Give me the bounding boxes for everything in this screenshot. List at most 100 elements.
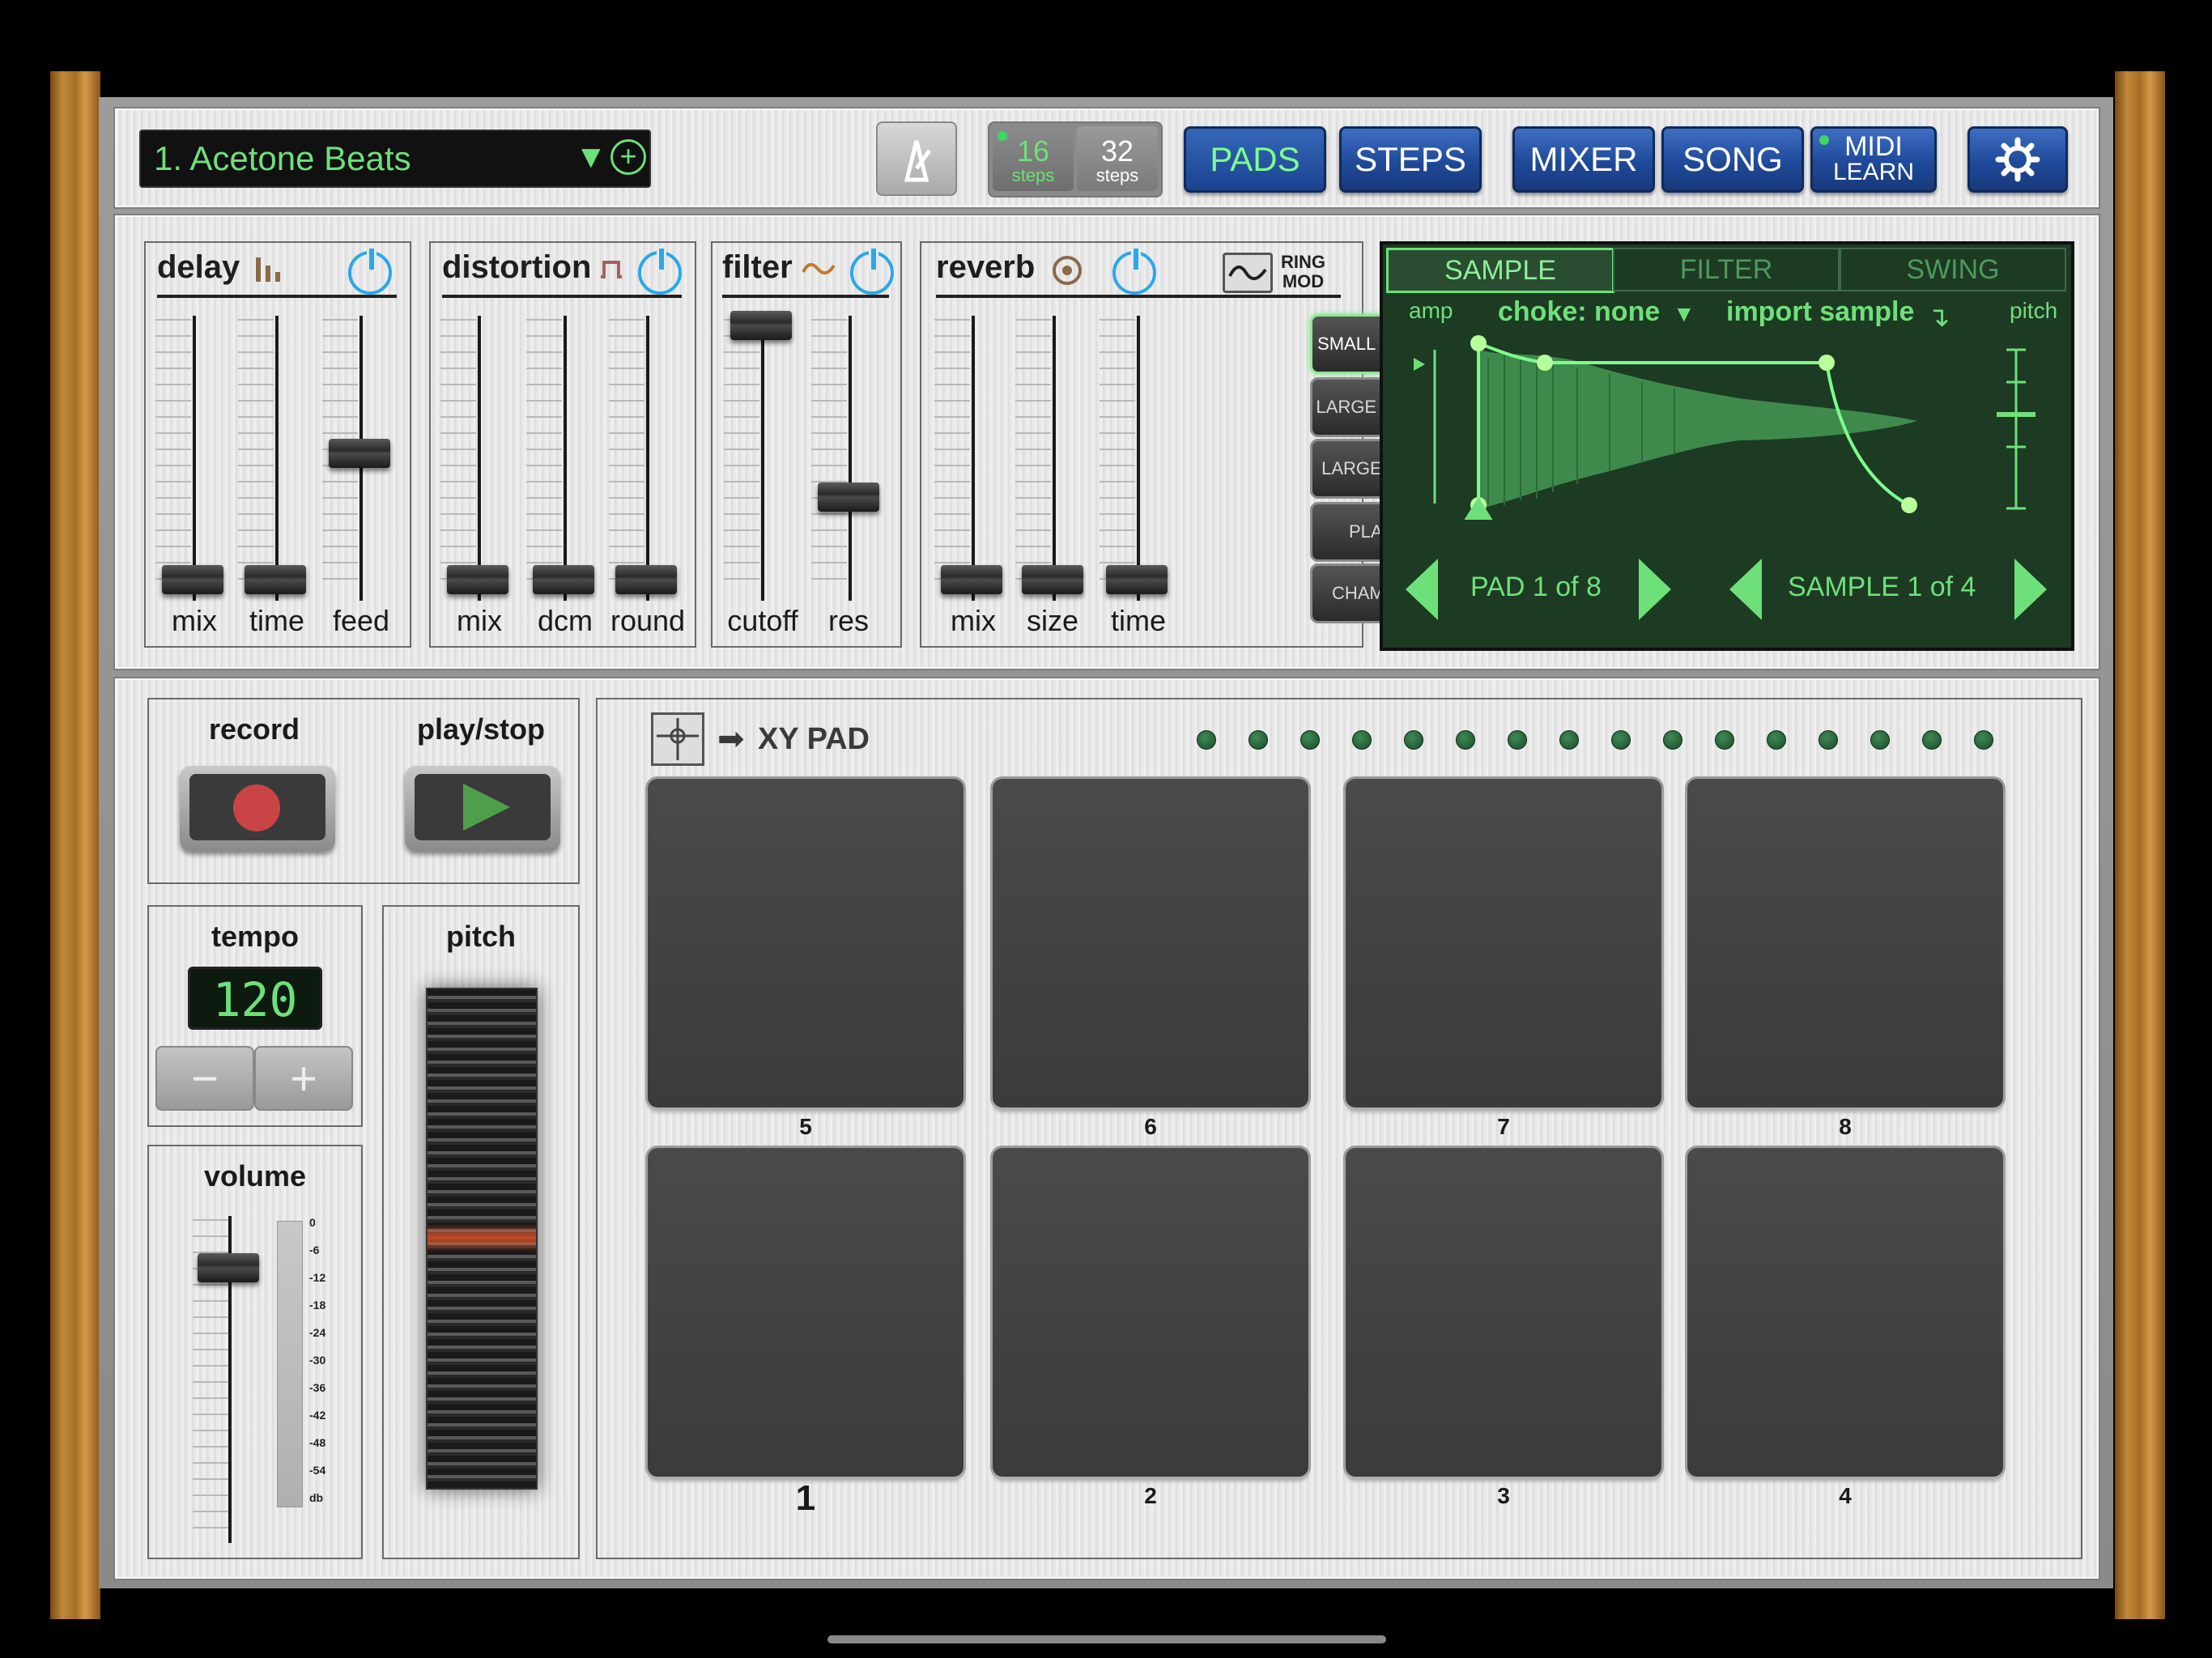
delay-mix-label: mix xyxy=(172,604,217,637)
distortion-mix-slot xyxy=(478,316,481,601)
next-sample-icon[interactable] xyxy=(2014,559,2047,620)
pad-7[interactable] xyxy=(1346,779,1661,1107)
filter-cutoff-ticks xyxy=(724,319,759,594)
pad-8[interactable] xyxy=(1687,779,2003,1107)
filter-power-icon[interactable] xyxy=(850,246,894,295)
distortion-round-fader[interactable] xyxy=(615,565,677,594)
waveform-display[interactable] xyxy=(1383,325,2065,520)
reverb-mix-fader[interactable] xyxy=(941,565,1002,594)
play-stop-label: play/stop xyxy=(416,712,546,746)
tempo-label: tempo xyxy=(211,920,299,953)
dropdown-arrow-icon[interactable]: ▼ xyxy=(575,139,607,176)
right-wood-panel xyxy=(2115,71,2165,1619)
tab-filter[interactable]: FILTER xyxy=(1613,248,1840,291)
prev-sample-icon[interactable] xyxy=(1729,559,1762,620)
sample-nav-label: SAMPLE 1 of 4 xyxy=(1788,572,1976,602)
pad-nav-label: PAD 1 of 8 xyxy=(1470,572,1602,602)
tempo-display: 120 xyxy=(188,967,322,1030)
steps-32-word: steps xyxy=(1095,165,1139,185)
lower-panel: record play/stop tempo 120 − + volume 0 … xyxy=(113,677,2100,1580)
reverb-size-fader[interactable] xyxy=(1022,565,1083,594)
filter-res-ticks xyxy=(811,319,847,594)
pitch-wheel[interactable] xyxy=(426,988,538,1490)
tab-sample[interactable]: SAMPLE xyxy=(1386,248,1614,293)
step-led-5 xyxy=(1404,730,1423,750)
song-button[interactable]: SONG xyxy=(1661,126,1804,193)
distortion-mix-fader[interactable] xyxy=(447,565,508,594)
record-label: record xyxy=(208,712,300,746)
toolbar: 1. Acetone Beats ▼ + 16 steps 32 steps P… xyxy=(113,107,2100,209)
reverb-power-icon[interactable] xyxy=(1112,246,1156,295)
step-led-13 xyxy=(1819,730,1838,750)
prev-pad-icon[interactable] xyxy=(1406,559,1438,620)
distortion-dcm-label: dcm xyxy=(537,604,593,637)
step-count-toggle: 16 steps 32 steps xyxy=(988,121,1163,198)
midi-learn-button[interactable]: MIDI LEARN xyxy=(1810,126,1937,193)
tab-swing[interactable]: SWING xyxy=(1840,248,2066,291)
delay-feed-fader[interactable] xyxy=(329,439,390,468)
delay-mix-fader[interactable] xyxy=(162,565,223,594)
pad-3[interactable] xyxy=(1346,1148,1661,1477)
delay-mix-ticks xyxy=(155,319,191,594)
add-kit-icon[interactable]: + xyxy=(610,139,646,175)
pads-button[interactable]: PADS xyxy=(1184,126,1326,193)
filter-cutoff-fader[interactable] xyxy=(730,311,792,340)
home-indicator[interactable] xyxy=(827,1635,1386,1643)
scale-12: -12 xyxy=(309,1271,326,1284)
record-icon xyxy=(233,784,280,831)
scale-30: -30 xyxy=(309,1354,326,1367)
step-led-11 xyxy=(1715,730,1734,750)
scale-54: -54 xyxy=(309,1464,326,1477)
tempo-decrease-button[interactable]: − xyxy=(155,1046,254,1111)
settings-button[interactable] xyxy=(1967,126,2068,193)
pad-4-label: 4 xyxy=(1839,1483,1852,1508)
filter-res-fader[interactable] xyxy=(818,483,879,512)
kit-name: 1. Acetone Beats xyxy=(154,139,411,177)
step-led-16 xyxy=(1974,730,1993,750)
pad-2[interactable] xyxy=(993,1148,1308,1477)
ring-mod-label: RING MOD xyxy=(1281,253,1325,291)
filter-cutoff-slot xyxy=(761,316,764,601)
pad-2-label: 2 xyxy=(1144,1483,1157,1508)
reverb-time-fader[interactable] xyxy=(1106,565,1168,594)
step-led-7 xyxy=(1508,730,1527,750)
mixer-button[interactable]: MIXER xyxy=(1512,126,1655,193)
step-led-4 xyxy=(1352,730,1372,750)
distortion-round-label: round xyxy=(610,604,686,637)
pad-5-label: 5 xyxy=(799,1114,812,1139)
mod-label: MOD xyxy=(1282,271,1325,291)
tempo-increase-button[interactable]: + xyxy=(254,1046,353,1111)
ring-mod-button[interactable] xyxy=(1223,253,1273,293)
import-sample-button[interactable]: import sample xyxy=(1726,296,1914,328)
midi-label: MIDI xyxy=(1844,131,1903,162)
steps-16-button[interactable]: 16 steps xyxy=(993,126,1074,191)
scale-36: -36 xyxy=(309,1381,326,1394)
xy-pad-toggle[interactable] xyxy=(651,712,704,766)
steps-button[interactable]: STEPS xyxy=(1339,126,1482,193)
distortion-dcm-fader[interactable] xyxy=(533,565,594,594)
step-led-8 xyxy=(1559,730,1579,750)
delay-power-icon[interactable] xyxy=(348,246,392,295)
pad-1[interactable] xyxy=(648,1148,963,1477)
volume-fader[interactable] xyxy=(198,1253,259,1282)
ring-label: RING xyxy=(1281,252,1325,272)
metronome-button[interactable] xyxy=(876,121,957,196)
choke-selector[interactable]: choke: none xyxy=(1498,296,1660,328)
pad-6[interactable] xyxy=(993,779,1308,1107)
kit-selector[interactable]: 1. Acetone Beats ▼ + xyxy=(139,130,651,188)
choke-dropdown-icon[interactable]: ▼ xyxy=(1673,301,1695,327)
gear-icon xyxy=(1995,137,2040,182)
distortion-power-icon[interactable] xyxy=(638,246,682,295)
record-button[interactable] xyxy=(180,766,335,852)
metronome-icon xyxy=(904,140,932,182)
delay-time-slot xyxy=(275,316,279,601)
pad-4[interactable] xyxy=(1687,1148,2003,1477)
delay-time-fader[interactable] xyxy=(245,565,306,594)
pad-5[interactable] xyxy=(648,779,963,1107)
next-pad-icon[interactable] xyxy=(1639,559,1671,620)
play-stop-button[interactable] xyxy=(405,766,560,852)
reverb-size-slot xyxy=(1053,316,1056,601)
steps-32-button[interactable]: 32 steps xyxy=(1077,126,1158,191)
distortion-title: distortion xyxy=(442,249,592,285)
scale-6: -6 xyxy=(309,1244,320,1256)
